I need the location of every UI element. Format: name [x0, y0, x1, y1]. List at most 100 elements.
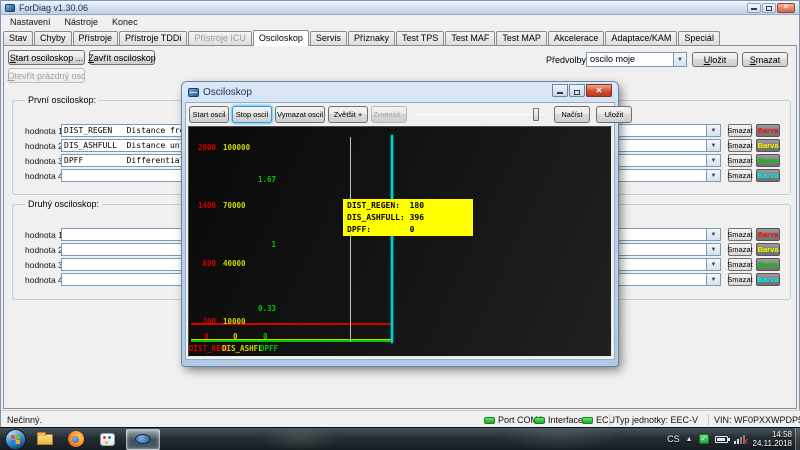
row-barva-button[interactable]: Barva	[756, 139, 780, 152]
paint-icon	[100, 433, 115, 446]
oscilloscope-icon	[188, 88, 199, 97]
start-oscil-button[interactable]: Start oscil	[189, 106, 229, 123]
start-button[interactable]	[5, 429, 26, 450]
taskbar-item-explorer[interactable]	[33, 429, 57, 450]
tab-test-tps[interactable]: Test TPS	[396, 31, 444, 45]
tab-osciloskop[interactable]: Osciloskop	[253, 30, 309, 46]
tab-test-map[interactable]: Test MAP	[496, 31, 547, 45]
window-controls: ✕	[747, 3, 795, 13]
tab-adaptace-kam[interactable]: Adaptace/KAM	[605, 31, 677, 45]
axis-tick-label: 40000	[223, 260, 263, 268]
dialog-close-button[interactable]: ✕	[586, 84, 612, 97]
status-text: Nečinný.	[7, 415, 42, 425]
vymazat-oscil-button[interactable]: Vymazat oscil	[275, 106, 325, 123]
tab-p-stroje[interactable]: Přístroje	[73, 31, 119, 45]
tab-p-znaky[interactable]: Příznaky	[348, 31, 395, 45]
language-indicator[interactable]: CS	[667, 434, 680, 444]
dialog-window-controls: ✕	[552, 84, 612, 97]
tab-p-stroje-icu[interactable]: Přístroje ICU	[188, 31, 252, 45]
scope-value-tooltip: DIST_REGEN: 180DIS_ASHFULL: 396DPFF: 0	[343, 199, 473, 236]
row-smazat-button[interactable]: Smazat	[728, 273, 752, 286]
taskbar-item-paint[interactable]	[95, 429, 119, 450]
row-smazat-button[interactable]: Smazat	[728, 139, 752, 152]
tab-p-stroje-tddi[interactable]: Přístroje TDDi	[119, 31, 187, 45]
tab-akcelerace[interactable]: Akcelerace	[548, 31, 605, 45]
chevron-down-icon[interactable]: ▼	[707, 243, 721, 256]
port-led-icon	[484, 417, 495, 424]
row-smazat-button[interactable]: Smazat	[728, 154, 752, 167]
dialog-minimize-button[interactable]	[552, 84, 568, 97]
dialog-titlebar[interactable]: Osciloskop ✕	[182, 82, 618, 102]
zvetsit-button[interactable]: Zvětšit +	[328, 106, 368, 123]
preset-combobox[interactable]: oscilo moje ▼	[586, 52, 687, 67]
dialog-maximize-button[interactable]	[569, 84, 585, 97]
tab-stav[interactable]: Stav	[3, 31, 33, 45]
ulozit-preset-button[interactable]: Uložit	[692, 52, 738, 67]
firefox-icon	[68, 431, 84, 447]
stop-oscil-button[interactable]: Stop oscil	[232, 106, 272, 123]
axis-series-name: DPFF	[260, 345, 278, 353]
row-barva-button[interactable]: Barva	[756, 228, 780, 241]
taskbar-item-firefox[interactable]	[64, 429, 88, 450]
taskbar-clock[interactable]: 14:58 24.11.2018	[753, 430, 792, 448]
tab-test-maf[interactable]: Test MAF	[445, 31, 495, 45]
slider-thumb[interactable]	[533, 108, 539, 121]
row-barva-button[interactable]: Barva	[756, 243, 780, 256]
smazat-preset-button[interactable]: Smazat	[742, 52, 788, 67]
chevron-down-icon[interactable]: ▼	[707, 169, 721, 182]
tab-speci-l[interactable]: Speciál	[678, 31, 720, 45]
statusbar-divider	[708, 414, 709, 426]
taskbar-item-fordiag-active[interactable]	[126, 429, 160, 450]
start-osciloskop-button[interactable]: Start osciloskop ...	[8, 50, 85, 65]
otevrit-prazdny-osc-button[interactable]: Otevřít prázdný osc	[8, 68, 85, 83]
chevron-down-icon[interactable]: ▼	[707, 154, 721, 167]
close-button[interactable]: ✕	[777, 3, 795, 13]
show-desktop-button[interactable]	[795, 428, 800, 450]
windows-flag-icon	[11, 435, 20, 444]
chevron-down-icon[interactable]: ▼	[707, 258, 721, 271]
tray-green-icon[interactable]: ✓	[699, 434, 709, 444]
chevron-down-icon[interactable]: ▼	[707, 139, 721, 152]
row-label: hodnota 4	[25, 275, 63, 285]
scope-display[interactable]: 200014008002000DIST_REGE1000007000040000…	[188, 126, 612, 357]
statusbar-divider	[609, 414, 610, 426]
axis-tick-label: 1	[227, 241, 276, 249]
row-barva-button[interactable]: Barva	[756, 273, 780, 286]
chevron-down-icon[interactable]: ▼	[707, 228, 721, 241]
tab-servis[interactable]: Servis	[310, 31, 347, 45]
chevron-down-icon[interactable]: ▼	[673, 53, 686, 66]
row-smazat-button[interactable]: Smazat	[728, 243, 752, 256]
row-barva-button[interactable]: Barva	[756, 124, 780, 137]
ecu-led-icon	[582, 417, 593, 424]
row-smazat-button[interactable]: Smazat	[728, 169, 752, 182]
row-smazat-button[interactable]: Smazat	[728, 228, 752, 241]
dialog-toolbar: Start oscil Stop oscil Vymazat oscil Zvě…	[186, 103, 614, 126]
row-barva-button[interactable]: Barva	[756, 169, 780, 182]
row-smazat-button[interactable]: Smazat	[728, 258, 752, 271]
ulozit-oscil-button[interactable]: Uložit	[596, 106, 632, 123]
row-label: hodnota 3	[25, 156, 63, 166]
maximize-button[interactable]	[762, 3, 776, 13]
battery-icon[interactable]	[715, 436, 728, 443]
clock-date: 24.11.2018	[753, 439, 792, 448]
menu-item-nástroje[interactable]: Nástroje	[58, 17, 106, 27]
zoom-slider[interactable]	[415, 106, 545, 123]
axis-tick-label: 1.67	[227, 176, 276, 184]
chevron-down-icon[interactable]: ▼	[707, 124, 721, 137]
row-barva-button[interactable]: Barva	[756, 154, 780, 167]
network-icon[interactable]: ✕	[734, 434, 747, 444]
group-title: První osciloskop:	[25, 95, 99, 105]
axis-tick-label: 1400	[189, 202, 216, 210]
minimize-button[interactable]	[747, 3, 761, 13]
nacist-button[interactable]: Načíst	[554, 106, 590, 123]
chevron-down-icon[interactable]: ▼	[707, 273, 721, 286]
zmensit-button[interactable]: Zmenšit -	[371, 106, 407, 123]
slider-track[interactable]	[415, 114, 545, 115]
row-smazat-button[interactable]: Smazat	[728, 124, 752, 137]
menu-item-nastavení[interactable]: Nastavení	[3, 17, 58, 27]
row-barva-button[interactable]: Barva	[756, 258, 780, 271]
menu-item-konec[interactable]: Konec	[105, 17, 145, 27]
tab-chyby[interactable]: Chyby	[34, 31, 72, 45]
zavrit-osciloskop-button[interactable]: Zavřít osciloskop	[89, 50, 155, 65]
tray-expand-icon[interactable]: ▲	[686, 436, 693, 443]
